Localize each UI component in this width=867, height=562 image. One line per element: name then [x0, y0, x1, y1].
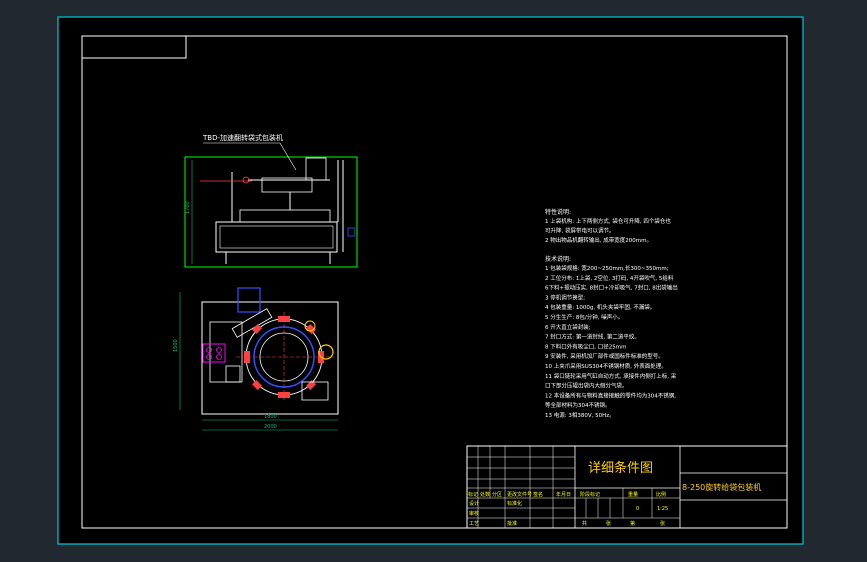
tb-role-process: 工艺	[469, 521, 479, 527]
gripper-station	[244, 351, 250, 363]
product-name: 8-250旋转给袋包装机	[682, 482, 761, 492]
note-line: 1 上袋机构: 上下两侧方式, 袋仓可升降, 四个袋仓也	[545, 217, 671, 225]
tb-label-mark: 标记	[468, 491, 478, 498]
cad-drawing-canvas: TBD-加速翻转袋式包装机 1700 1500 1800 2000 特性说明: …	[57, 16, 804, 545]
tb-scale-value: 1:25	[657, 506, 668, 512]
note-line: 12 本设备所有与物料直接接触的零件均为304不锈钢,	[545, 391, 676, 399]
tb-scale-label: 比例	[656, 491, 666, 498]
note-line: 11 袋口链轮采用气缸自动方式, 承接件内侧打上标, 采	[545, 372, 677, 380]
process-heading: 特性说明:	[545, 208, 571, 216]
tb-stage-label: 阶段标记	[580, 491, 600, 498]
tb-role-reviewer: 审核	[469, 510, 479, 517]
note-line: 9 安装件, 采用机加厂部件或国标件标准的型号。	[545, 352, 664, 360]
tb-label-date: 年月日	[556, 491, 571, 498]
gripper-station	[278, 392, 290, 398]
tb-role-designer: 设计	[469, 500, 479, 507]
tb-label-count: 处数	[480, 491, 490, 498]
note-line: 等全部材料为304不锈钢。	[545, 401, 611, 409]
note-line: 5 分生生产: 8包/分钟, 噪声小。	[545, 313, 623, 321]
front-view-label: TBD-加速翻转袋式包装机	[202, 133, 283, 142]
tb-sheet-label: 张	[606, 520, 611, 527]
drawing-title: 详细条件图	[588, 460, 653, 476]
note-line: 2 物出物品机翻转输出, 成带宽度200mm。	[545, 236, 652, 244]
tech-heading: 技术说明:	[545, 255, 571, 263]
note-line: 6 开大直立袋封装;	[545, 323, 591, 331]
note-line: 1 包装袋规格: 宽200~250mm,长300~350mm;	[545, 264, 669, 272]
tb-sheet-no-suffix: 张	[660, 520, 665, 527]
note-line: 口下部分压辊出袋内大侧分气袋。	[545, 382, 628, 390]
note-line: 7 封口方式: 第一道封线, 第二道平纹。	[545, 333, 640, 341]
dim-width-inner-label: 1800	[264, 414, 277, 420]
gripper-station	[278, 316, 290, 322]
note-line: 可升降, 袋屏带电可以调节。	[545, 227, 615, 235]
tb-sheet-no-label: 第	[630, 520, 635, 527]
tb-sheet-total-label: 共	[582, 520, 587, 527]
tb-label-sign: 签名	[533, 491, 543, 498]
tb-label-change: 更改文件号	[507, 491, 532, 498]
dim-width-outer-label: 2000	[264, 424, 277, 430]
note-line: 10 上夹爪采用SUS304不锈钢材质, 外表面处理。	[545, 362, 667, 370]
tb-weight-label: 重量	[628, 491, 638, 498]
note-line: 4 包装重量: 1000g, 机头夹袋牢固, 不漏袋。	[545, 303, 655, 311]
note-line: 3 停机调节换型;	[545, 293, 585, 301]
note-line: 6下料+振动压实, 8封口+冷却吸气, 7封口, 8出袋输出	[545, 284, 678, 292]
note-line: 13 电源: 3相380V, 50Hz。	[545, 411, 615, 419]
dim-height-label: 1700	[185, 201, 191, 214]
note-line: 2 工位分布: 1上袋, 2空位, 3打码, 4开袋吹气, 5给料	[545, 274, 674, 282]
dim-depth-label: 1500	[173, 339, 179, 352]
tb-weight-value: 0	[636, 506, 639, 512]
drawing-sheet	[57, 16, 804, 545]
note-line: 8 下料口外有吸尘口, 口径25mm	[545, 342, 626, 350]
tb-role-approve: 批准	[507, 520, 517, 527]
tb-role-standard: 标准化	[507, 500, 522, 507]
tb-label-zone: 分区	[492, 491, 502, 498]
